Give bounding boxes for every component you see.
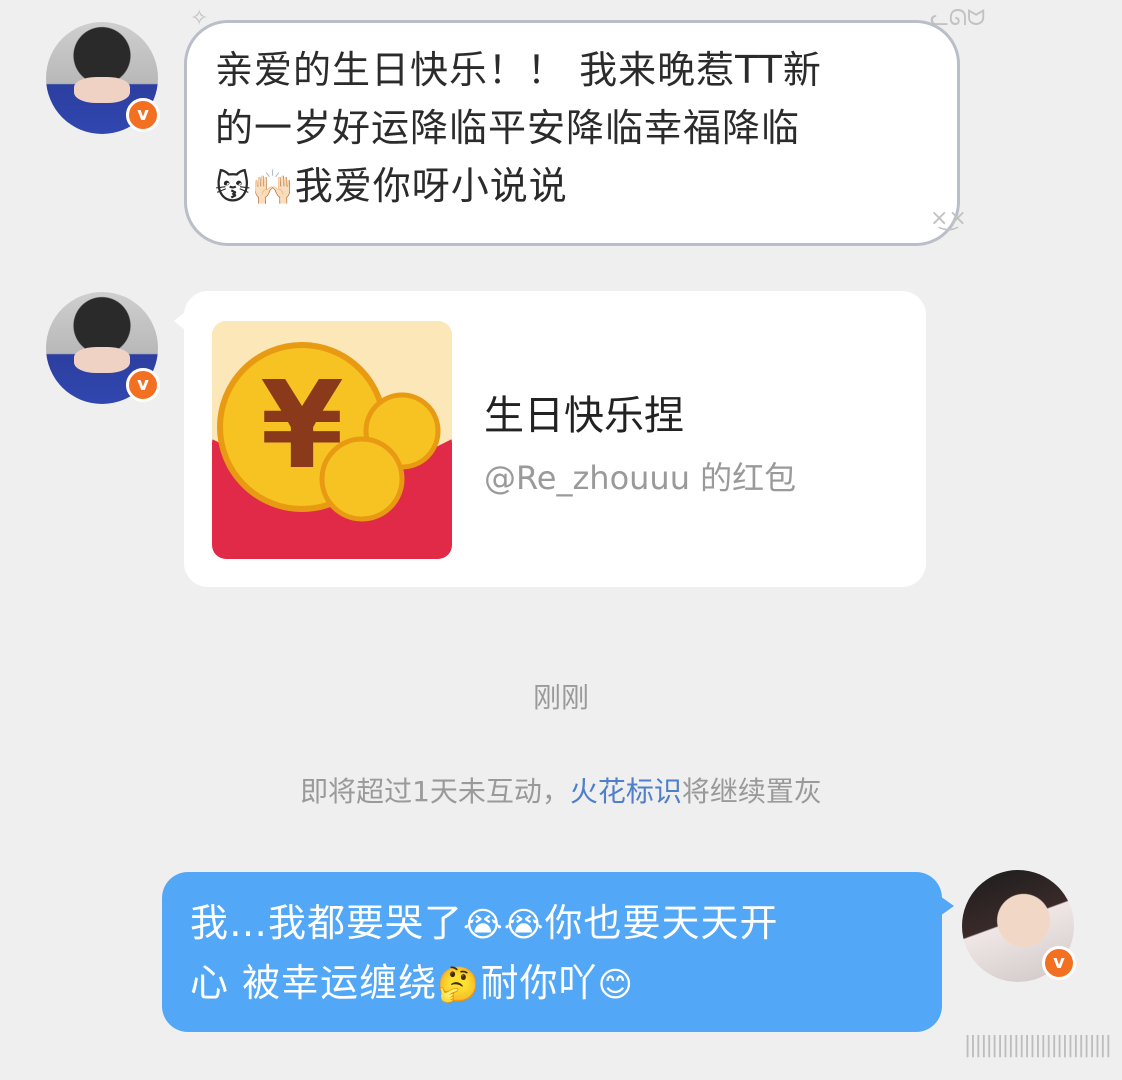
notice-text: 将继续置灰 [681,775,822,808]
verified-badge-icon: v [126,98,160,132]
red-packet-card[interactable]: ¥ 生日快乐捏 @Re_zhouuu 的红包 [174,291,926,587]
currency-symbol: ¥ [260,357,344,496]
my-avatar[interactable]: v [962,870,1076,982]
reply-text: 心 被幸运缠绕 [190,961,438,1005]
sender-avatar[interactable]: v [46,292,160,404]
message-line: 😽🙌🏻我爱你呀小说说 [215,157,929,217]
notice-text: 即将超过1天未互动， [300,775,570,808]
sender-avatar[interactable]: v [46,22,160,134]
reply-text: 耐你吖 [480,961,598,1005]
crying-emoji-icon: 😭 [503,905,545,945]
verified-badge-icon: v [126,368,160,402]
message-bubble-birthday[interactable]: 亲爱的生日快乐！！ 我来晚惹TT新 的一岁好运降临平安降临幸福降临 😽🙌🏻我爱你… [184,20,960,246]
reply-text: 我…我都要哭了 [190,901,464,945]
reply-text: 你也要天天开 [544,901,779,945]
red-packet-subtitle: @Re_zhouuu 的红包 [484,459,797,497]
message-line-text: 我爱你呀小说说 [294,164,568,208]
verified-badge-icon: v [1042,946,1076,980]
kissing-cat-emoji-icon: 😽 [215,168,252,208]
reply-line: 心 被幸运缠绕🤔耐你吖😊 [190,954,914,1014]
blushing-emoji-icon: 😊 [597,965,634,1005]
red-envelope-icon: ¥ [212,321,452,559]
message-line: 亲爱的生日快乐！！ 我来晚惹TT新 [215,48,822,92]
red-packet-title: 生日快乐捏 [484,393,684,439]
reply-line: 我…我都要哭了😭😭你也要天天开 [190,894,914,954]
crying-emoji-icon: 😭 [463,905,504,945]
message-line: 的一岁好运降临平安降临幸福降临 [215,106,801,150]
raised-hands-emoji-icon: 🙌🏻 [251,168,295,208]
watermark: ||||||||||||||||||||||||||| [963,1033,1112,1058]
sleeping-sticker-icon: ×͜× [930,206,967,231]
timestamp: 刚刚 [532,681,589,714]
spark-icon-link[interactable]: 火花标识 [570,775,682,808]
thinking-emoji-icon: 🤔 [437,965,481,1005]
message-bubble-reply[interactable]: 我…我都要哭了😭😭你也要天天开 心 被幸运缠绕🤔耐你吖😊 [162,872,954,1032]
spark-notice: 即将超过1天未互动，火花标识将继续置灰 [0,770,1122,810]
